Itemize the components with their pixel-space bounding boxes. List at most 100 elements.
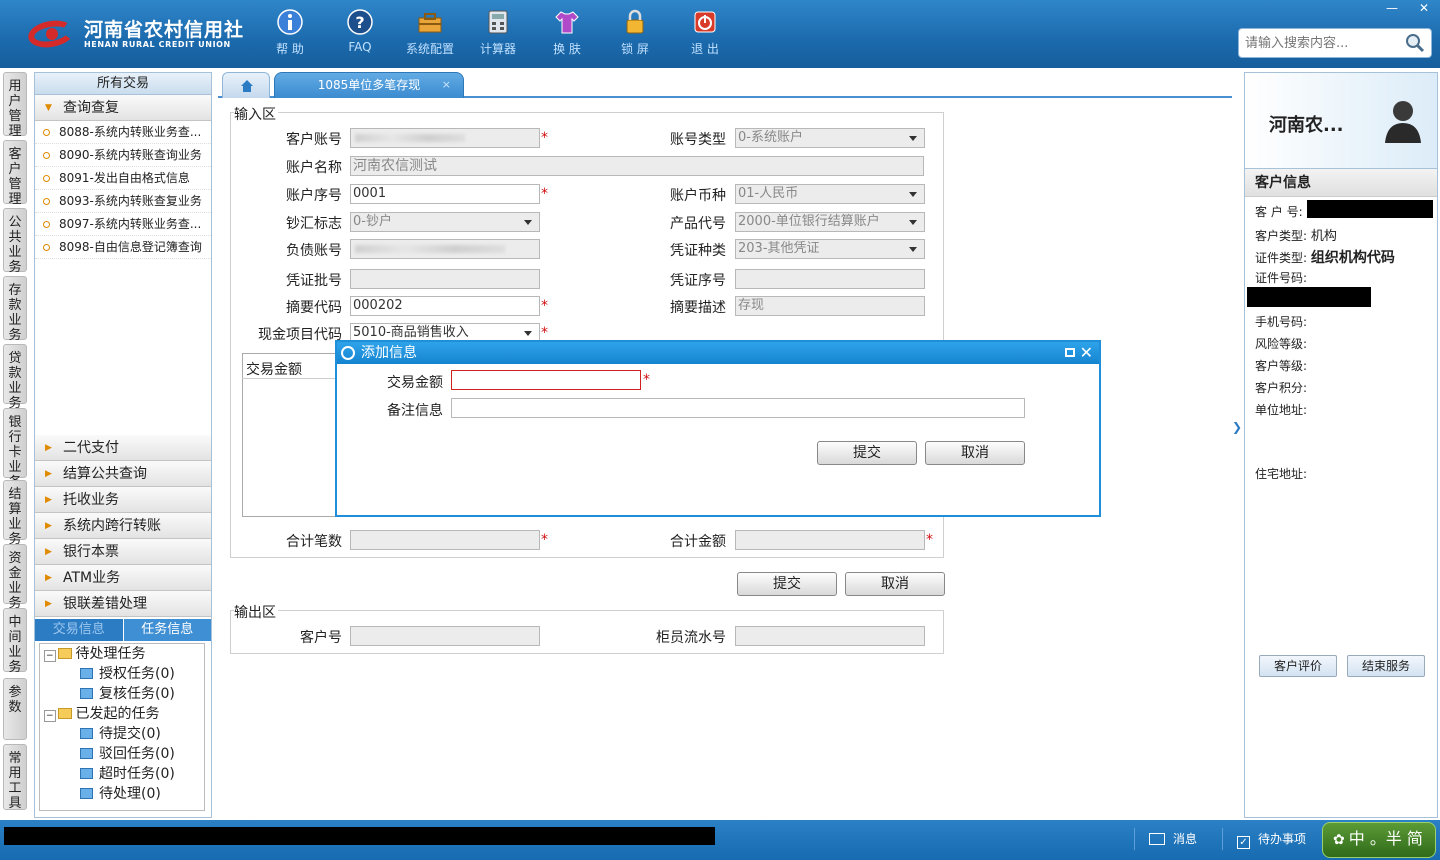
skin-button[interactable]: 换 肤: [535, 8, 599, 57]
voucher-seq-field[interactable]: [735, 269, 925, 289]
grid-header-divider: [242, 378, 338, 379]
faq-button[interactable]: ? FAQ: [328, 8, 392, 54]
nav-item[interactable]: 8093-系统内转账查复业务: [35, 190, 211, 213]
nav-item[interactable]: 8098-自由信息登记簿查询: [35, 236, 211, 259]
required-mark: *: [541, 298, 548, 314]
nav-item[interactable]: 8088-系统内转账业务查...: [35, 121, 211, 144]
vtab-deposit-business[interactable]: 存款业务: [3, 276, 27, 343]
vtab-customer-management[interactable]: 客户管理: [3, 140, 27, 207]
nav-item[interactable]: 8091-发出自由格式信息: [35, 167, 211, 190]
ime-toolbar[interactable]: ✿ 中 。半 简: [1322, 822, 1436, 858]
message-button[interactable]: 消息: [1134, 828, 1230, 850]
tab-home[interactable]: [222, 72, 270, 98]
tree-node-rejected[interactable]: 驳回任务(0): [80, 744, 175, 764]
flower-icon: ✿: [1333, 832, 1345, 848]
voucher-type-label: 凭证种类: [670, 243, 726, 259]
search-input[interactable]: [1239, 29, 1399, 57]
exit-button[interactable]: 退 出: [673, 8, 737, 57]
exit-label: 退 出: [691, 42, 719, 56]
voucher-batch-field[interactable]: [350, 269, 540, 289]
liability-field[interactable]: [350, 239, 540, 259]
cancel-button[interactable]: 取消: [845, 572, 945, 596]
todo-button[interactable]: ✓ 待办事项: [1222, 828, 1322, 850]
collapse-icon[interactable]: −: [44, 710, 56, 722]
tree-node-to-process[interactable]: 待处理(0): [80, 784, 161, 804]
group-settlement-query[interactable]: ▶ 结算公共查询: [35, 461, 211, 487]
account-type-select[interactable]: 0-系统账户: [735, 128, 925, 148]
dialog-remark-input[interactable]: [451, 398, 1025, 418]
vtab-common-tools[interactable]: 常用工具: [3, 744, 27, 811]
collapse-icon[interactable]: −: [44, 650, 56, 662]
tree-node-launched[interactable]: − 已发起的任务: [44, 704, 160, 724]
tree-node-auth[interactable]: 授权任务(0): [80, 664, 175, 684]
collapse-right-icon[interactable]: ❯: [1232, 420, 1242, 450]
close-window-icon[interactable]: ✕: [1408, 0, 1440, 18]
dialog-amount-input[interactable]: [451, 370, 641, 390]
tab-task-info[interactable]: 任务信息: [122, 619, 211, 641]
out-serial-field[interactable]: [735, 626, 925, 646]
lock-button[interactable]: 锁 屏: [603, 8, 667, 57]
group-interbank-transfer[interactable]: ▶ 系统内跨行转账: [35, 513, 211, 539]
summary-code-field[interactable]: 000202: [350, 296, 540, 316]
group-query-reply[interactable]: ▼ 查询查复: [35, 95, 211, 121]
vtab-loan-business[interactable]: 贷款业务: [3, 344, 27, 411]
config-button[interactable]: 系统配置: [398, 8, 462, 57]
tree-node-label: 驳回任务(0): [99, 746, 175, 762]
tab-close-icon[interactable]: ×: [442, 73, 451, 97]
tree-node-pending[interactable]: − 待处理任务: [44, 644, 146, 664]
end-service-button[interactable]: 结束服务: [1347, 655, 1425, 677]
nav-item[interactable]: 8097-系统内转账业务查...: [35, 213, 211, 236]
account-name-field[interactable]: 河南农信测试: [350, 156, 924, 176]
account-seq-field[interactable]: 0001: [350, 184, 540, 204]
account-type-label: 账号类型: [670, 132, 726, 148]
currency-select[interactable]: 01-人民币: [735, 184, 925, 204]
tab-1085[interactable]: 1085单位多笔存现 ×: [274, 72, 464, 98]
minimize-icon[interactable]: —: [1376, 0, 1408, 18]
maximize-icon[interactable]: [1065, 348, 1075, 357]
voucher-type-select[interactable]: 203-其他凭证: [735, 239, 925, 259]
vtab-public-business[interactable]: 公共业务: [3, 208, 27, 275]
bullet-icon: [43, 221, 50, 228]
tab-transaction-info[interactable]: 交易信息: [35, 619, 123, 641]
close-icon[interactable]: ✕: [1080, 342, 1093, 364]
help-button[interactable]: 帮 助: [258, 8, 322, 57]
account-name-label: 账户名称: [286, 160, 342, 176]
group-atm[interactable]: ▶ ATM业务: [35, 565, 211, 591]
product-select[interactable]: 2000-单位银行结算账户: [735, 212, 925, 232]
nav-header: 所有交易: [35, 73, 211, 95]
cash-item-select[interactable]: 5010-商品销售收入: [350, 323, 540, 341]
nav-item[interactable]: 8090-系统内转账查询业务: [35, 144, 211, 167]
total-count-field[interactable]: [350, 530, 540, 550]
group-bank-draft[interactable]: ▶ 银行本票: [35, 539, 211, 565]
vtab-parameters[interactable]: 参数: [3, 678, 27, 740]
tree-node-review[interactable]: 复核任务(0): [80, 684, 175, 704]
evaluate-button[interactable]: 客户评价: [1259, 655, 1337, 677]
group-second-gen-payment[interactable]: ▶ 二代支付: [35, 435, 211, 461]
calculator-button[interactable]: 计算器: [466, 8, 530, 57]
id-type-value: 组织机构代码: [1310, 250, 1395, 266]
group-unionpay-error[interactable]: ▶ 银联差错处理: [35, 591, 211, 617]
tree-node-label: 已发起的任务: [75, 706, 160, 722]
cust-account-field[interactable]: [350, 128, 540, 148]
tree-node-to-submit[interactable]: 待提交(0): [80, 724, 161, 744]
voucher-batch-label: 凭证批号: [286, 273, 342, 289]
cash-flag-select[interactable]: 0-钞户: [350, 212, 540, 232]
tree-node-timeout[interactable]: 超时任务(0): [80, 764, 175, 784]
vtab-user-management[interactable]: 用户管理: [3, 72, 27, 139]
total-amount-field[interactable]: [735, 530, 925, 550]
logo: 河南省农村信用社 HENAN RURAL CREDIT UNION: [24, 14, 244, 54]
group-collection[interactable]: ▶ 托收业务: [35, 487, 211, 513]
vtab-card-business[interactable]: 银行卡业务: [3, 408, 27, 490]
submit-button[interactable]: 提交: [737, 572, 837, 596]
dialog-app-icon: [341, 346, 355, 360]
search-icon[interactable]: [1405, 33, 1425, 53]
dialog-submit-button[interactable]: 提交: [817, 441, 917, 465]
summary-desc-field[interactable]: 存现: [735, 296, 925, 316]
task-icon: [80, 668, 93, 679]
nav-item-label: 8097-系统内转账业务查...: [59, 217, 202, 231]
dialog-cancel-button[interactable]: 取消: [925, 441, 1025, 465]
vtab-fund-business[interactable]: 资金业务: [3, 544, 27, 611]
out-cust-field[interactable]: [350, 626, 540, 646]
vtab-settlement-business[interactable]: 结算业务: [3, 480, 27, 547]
vtab-intermediate-business[interactable]: 中间业务: [3, 608, 27, 675]
